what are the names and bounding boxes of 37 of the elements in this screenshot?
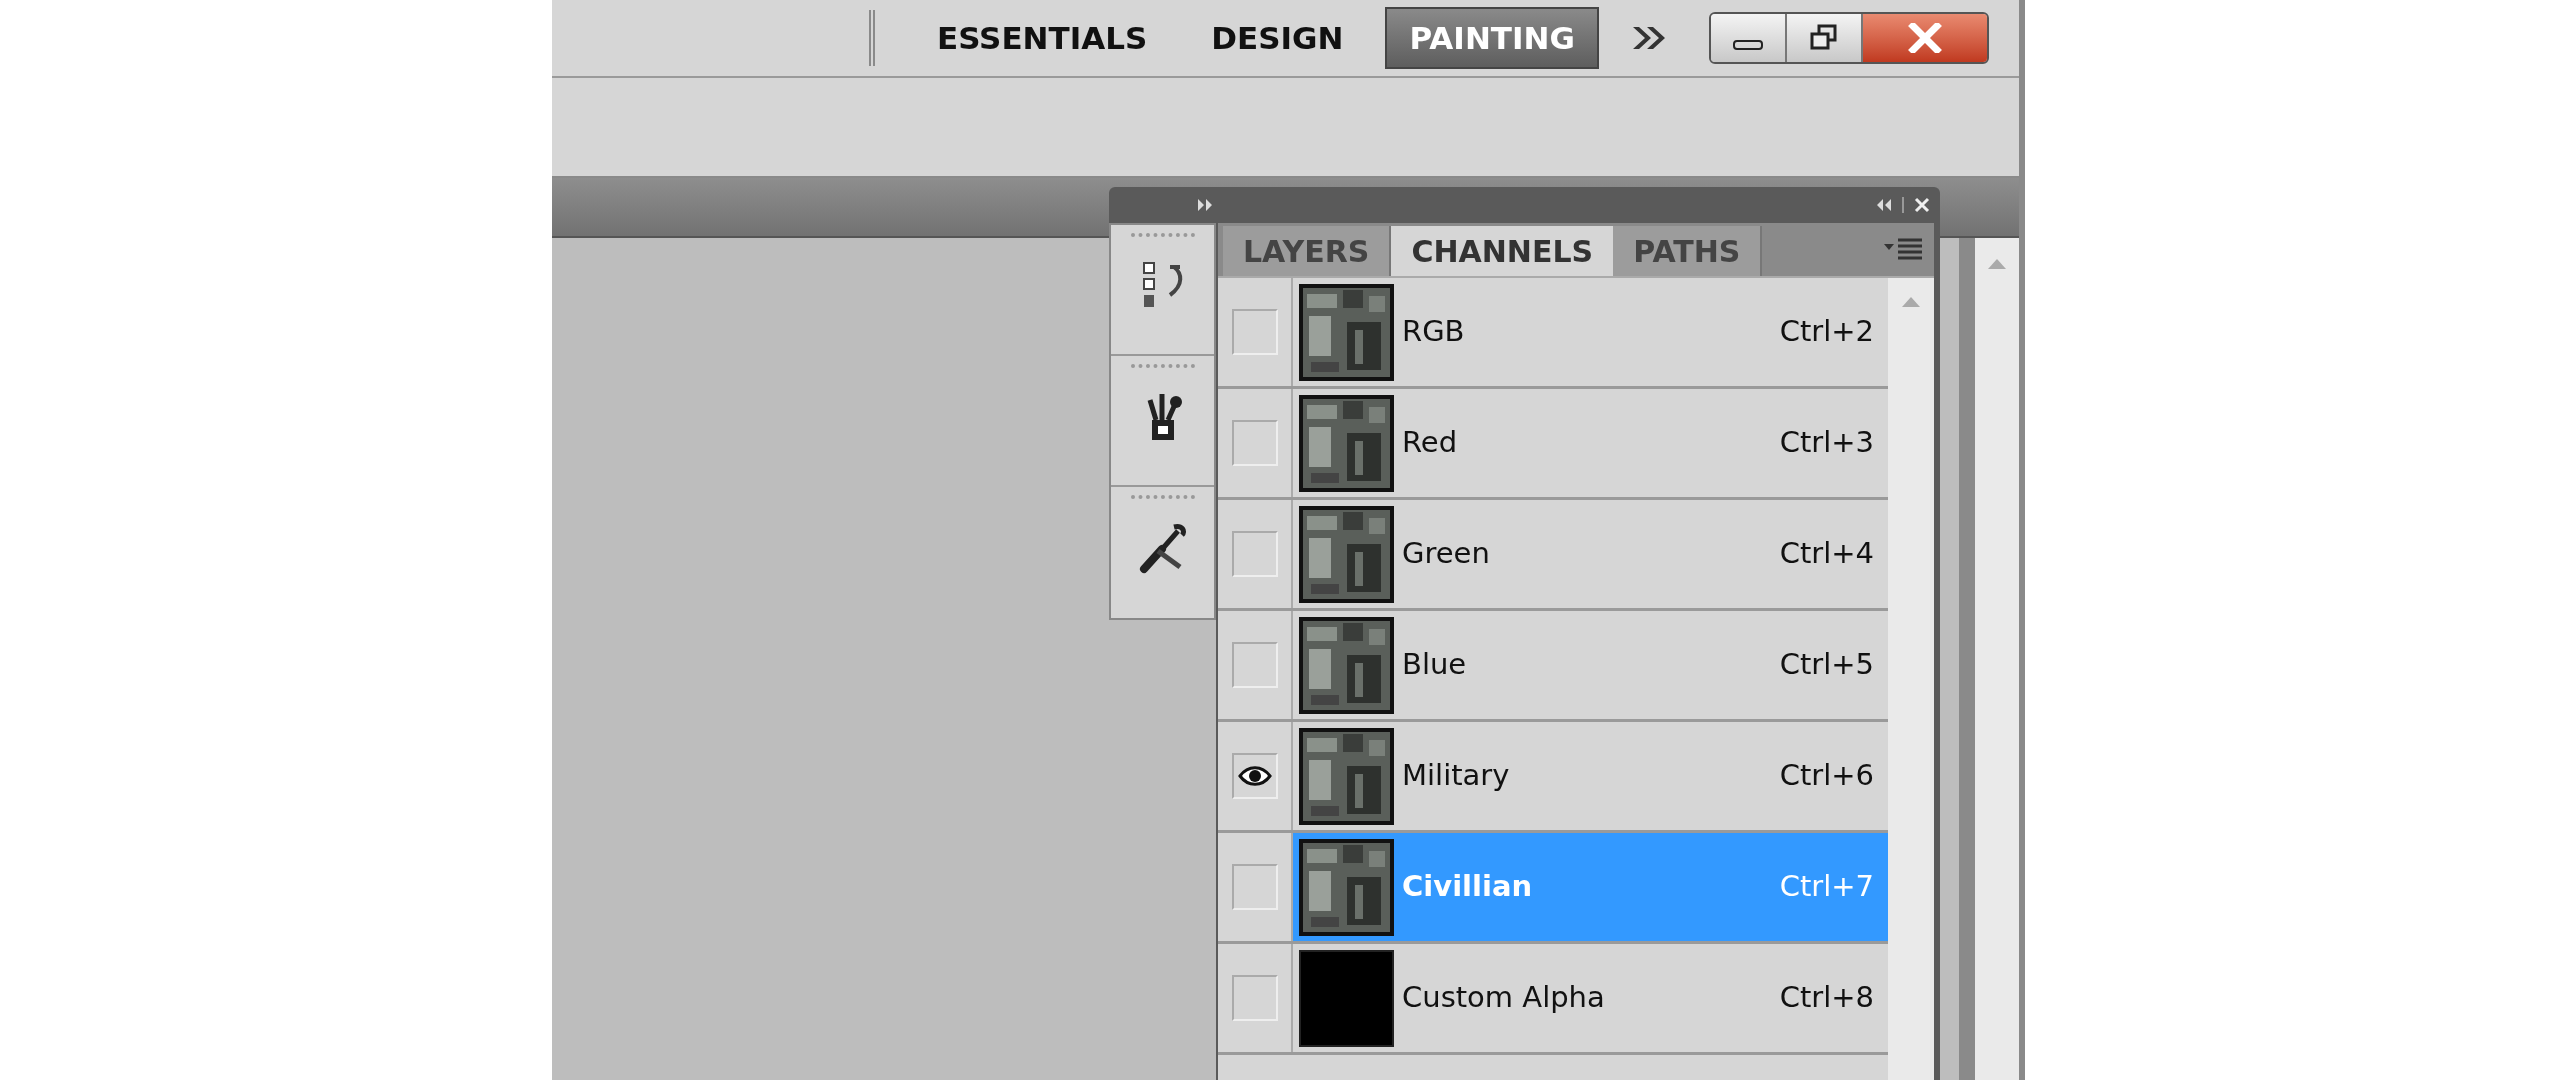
channel-name: Custom Alpha [1402, 979, 1605, 1017]
channel-name: Red [1402, 424, 1458, 462]
visibility-toggle[interactable] [1231, 309, 1278, 355]
workspace-button[interactable]: DESIGN [1189, 7, 1366, 69]
minimize-button[interactable] [1710, 14, 1787, 62]
restore-icon [1808, 23, 1839, 53]
shortcut-text: Ctrl+2 [1779, 313, 1874, 351]
expand-icon[interactable] [1197, 198, 1213, 212]
workspace-button[interactable]: ESSENTIALS [915, 7, 1170, 69]
close-icon [1907, 23, 1942, 53]
visibility-toggle[interactable] [1231, 420, 1278, 466]
panel-tab[interactable]: LAYERS [1223, 226, 1392, 276]
channel-name: Green [1402, 535, 1490, 573]
visibility-toggle[interactable] [1231, 753, 1278, 799]
shortcut-text: Ctrl+4 [1779, 535, 1874, 573]
shortcut-text: Ctrl+6 [1779, 757, 1874, 795]
shortcut-text: Ctrl+7 [1779, 868, 1874, 906]
shortcut-text: Ctrl+5 [1779, 646, 1874, 684]
eye-icon [1237, 765, 1272, 787]
close-button[interactable] [1862, 14, 1987, 62]
panel-tab[interactable]: PATHS [1613, 226, 1763, 276]
channel-name: Blue [1402, 646, 1467, 684]
visibility-toggle[interactable] [1231, 642, 1278, 688]
shortcut-text: Ctrl+8 [1779, 979, 1874, 1017]
visibility-toggle[interactable] [1231, 975, 1278, 1021]
channel-name: Civillian [1402, 868, 1533, 906]
close-icon[interactable] [1914, 197, 1930, 213]
shortcut-text: Ctrl+3 [1779, 424, 1874, 462]
panel-tab[interactable]: CHANNELS [1391, 226, 1614, 276]
collapse-icon[interactable] [1876, 198, 1892, 212]
channel-name: RGB [1402, 313, 1465, 351]
restore-button[interactable] [1786, 14, 1863, 62]
visibility-toggle[interactable] [1231, 531, 1278, 577]
workspace-button[interactable]: PAINTING [1385, 7, 1599, 69]
visibility-toggle[interactable] [1231, 864, 1278, 910]
panel-menu-icon[interactable] [1884, 238, 1924, 262]
channel-name: Military [1402, 757, 1510, 795]
